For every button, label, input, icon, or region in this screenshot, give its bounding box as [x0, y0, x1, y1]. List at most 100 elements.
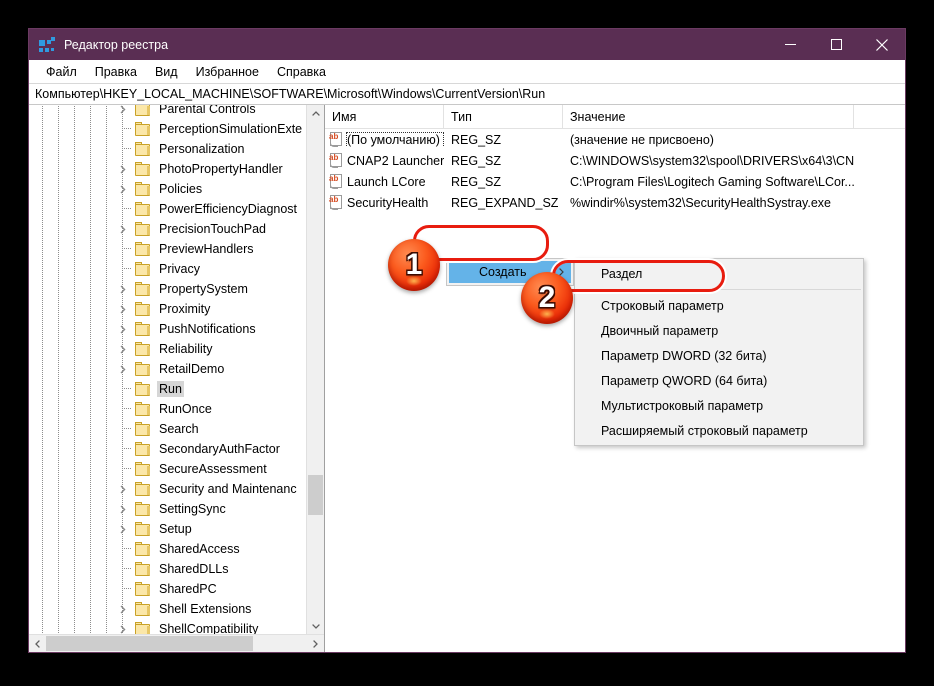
cell-type: REG_SZ: [451, 153, 502, 168]
tree-item[interactable]: SharedAccess: [29, 539, 307, 559]
tree-item[interactable]: Search: [29, 419, 307, 439]
chevron-right-icon[interactable]: [115, 219, 131, 239]
tree-horizontal-scrollbar[interactable]: [29, 634, 324, 652]
tree-connector: [122, 428, 131, 430]
tree-connector: [122, 388, 131, 390]
registry-tree[interactable]: Parental Controls PerceptionSimulationExt…: [29, 105, 307, 635]
chevron-right-icon[interactable]: [115, 159, 131, 179]
tree-item[interactable]: SharedPC: [29, 579, 307, 599]
chevron-right-icon[interactable]: [115, 619, 131, 635]
chevron-right-icon[interactable]: [115, 105, 131, 119]
annotation-badge-1-number: 1: [405, 248, 423, 281]
tree-item[interactable]: Personalization: [29, 139, 307, 159]
tree-item[interactable]: PropertySystem: [29, 279, 307, 299]
chevron-right-icon[interactable]: [115, 599, 131, 619]
annotation-badge-2-number: 2: [538, 281, 556, 314]
tree-item-label: Policies: [159, 182, 203, 196]
column-header-type[interactable]: Тип: [444, 105, 563, 128]
table-row[interactable]: ab (По умолчанию) REG_SZ (значение не присв…: [325, 129, 905, 150]
chevron-right-icon[interactable]: [115, 339, 131, 359]
tree-item[interactable]: PushNotifications: [29, 319, 307, 339]
tree-item[interactable]: SecureAssessment: [29, 459, 307, 479]
column-header-name[interactable]: Имя: [325, 105, 444, 128]
menu-favorites[interactable]: Избранное: [187, 63, 268, 81]
context-menu-item[interactable]: Раздел: [575, 261, 863, 286]
chevron-right-icon[interactable]: [115, 319, 131, 339]
tree-item[interactable]: PhotoPropertyHandler: [29, 159, 307, 179]
folder-icon: [135, 402, 151, 416]
tree-item-label: PrecisionTouchPad: [159, 222, 267, 236]
chevron-right-icon[interactable]: [115, 519, 131, 539]
context-menu-item[interactable]: Двоичный параметр: [575, 318, 863, 343]
scroll-up-icon[interactable]: [307, 105, 324, 122]
tree-item[interactable]: RetailDemo: [29, 359, 307, 379]
tree-item[interactable]: Run: [29, 379, 307, 399]
value-name: CNAP2 Launcher: [347, 153, 444, 168]
tree-item[interactable]: Security and Maintenanc: [29, 479, 307, 499]
minimize-button[interactable]: [767, 29, 813, 60]
tree-item[interactable]: SharedDLLs: [29, 559, 307, 579]
scroll-right-icon[interactable]: [307, 635, 324, 652]
folder-icon: [135, 362, 151, 376]
tree-item-label: Reliability: [159, 342, 213, 356]
tree-item[interactable]: PreviewHandlers: [29, 239, 307, 259]
tree-item[interactable]: PrecisionTouchPad: [29, 219, 307, 239]
list-rows: ab (По умолчанию) REG_SZ (значение не присв…: [325, 129, 905, 213]
tree-scroll-thumb[interactable]: [308, 475, 323, 515]
tree-item[interactable]: Reliability: [29, 339, 307, 359]
tree-item[interactable]: SettingSync: [29, 499, 307, 519]
context-menu-item[interactable]: Расширяемый строковый параметр: [575, 418, 863, 443]
cell-type: REG_SZ: [451, 132, 502, 147]
chevron-right-icon[interactable]: [115, 299, 131, 319]
context-menu-item[interactable]: Параметр QWORD (64 бита): [575, 368, 863, 393]
tree-hscroll-thumb[interactable]: [46, 636, 253, 651]
tree-item[interactable]: ShellCompatibility: [29, 619, 307, 635]
table-row[interactable]: ab SecurityHealth REG_EXPAND_SZ %windir%\sy…: [325, 192, 905, 213]
menu-edit[interactable]: Правка: [86, 63, 146, 81]
folder-icon: [135, 222, 151, 236]
scroll-down-icon[interactable]: [307, 618, 324, 635]
tree-item[interactable]: RunOnce: [29, 399, 307, 419]
tree-item-label: Run: [157, 381, 184, 397]
scroll-left-icon[interactable]: [29, 635, 46, 652]
tree-item[interactable]: Policies: [29, 179, 307, 199]
context-submenu-new-types: Раздел Строковый параметр Двоичный парамет…: [574, 258, 864, 446]
cell-name: ab Launch LCore: [325, 174, 444, 189]
table-row[interactable]: ab CNAP2 Launcher REG_SZ C:\WINDOWS\system3…: [325, 150, 905, 171]
maximize-button[interactable]: [813, 29, 859, 60]
column-header-value[interactable]: Значение: [563, 105, 854, 128]
folder-icon: [135, 542, 151, 556]
chevron-right-icon[interactable]: [115, 479, 131, 499]
tree-item[interactable]: PerceptionSimulationExte: [29, 119, 307, 139]
menu-help[interactable]: Справка: [268, 63, 335, 81]
tree-item[interactable]: Privacy: [29, 259, 307, 279]
chevron-right-icon[interactable]: [115, 359, 131, 379]
tree-connector: [122, 268, 131, 270]
tree-connector: [122, 408, 131, 410]
chevron-right-icon[interactable]: [115, 279, 131, 299]
folder-icon: [135, 522, 151, 536]
menu-file[interactable]: Файл: [37, 63, 86, 81]
tree-item[interactable]: Proximity: [29, 299, 307, 319]
context-menu-item[interactable]: Параметр DWORD (32 бита): [575, 343, 863, 368]
table-row[interactable]: ab Launch LCore REG_SZ C:\Program Files\Log…: [325, 171, 905, 192]
tree-item[interactable]: PowerEfficiencyDiagnost: [29, 199, 307, 219]
screenshot-root: Редактор реестра Файл Правка Вид Избранн…: [0, 0, 934, 686]
tree-connector: [122, 448, 131, 450]
tree-item[interactable]: Shell Extensions: [29, 599, 307, 619]
context-menu-item[interactable]: Мультистроковый параметр: [575, 393, 863, 418]
folder-icon: [135, 382, 151, 396]
tree-vertical-scrollbar[interactable]: [306, 105, 324, 635]
context-menu-item[interactable]: Строковый параметр: [575, 293, 863, 318]
menu-view[interactable]: Вид: [146, 63, 187, 81]
value-name: Launch LCore: [347, 174, 426, 189]
close-button[interactable]: [859, 29, 905, 60]
registry-editor-window: Редактор реестра Файл Правка Вид Избранн…: [28, 28, 906, 653]
chevron-right-icon[interactable]: [115, 179, 131, 199]
tree-item[interactable]: Parental Controls: [29, 105, 307, 119]
address-bar[interactable]: Компьютер\HKEY_LOCAL_MACHINE\SOFTWARE\Mi…: [29, 83, 905, 105]
tree-item[interactable]: SecondaryAuthFactor: [29, 439, 307, 459]
tree-item[interactable]: Setup: [29, 519, 307, 539]
chevron-right-icon[interactable]: [115, 499, 131, 519]
folder-icon: [135, 322, 151, 336]
